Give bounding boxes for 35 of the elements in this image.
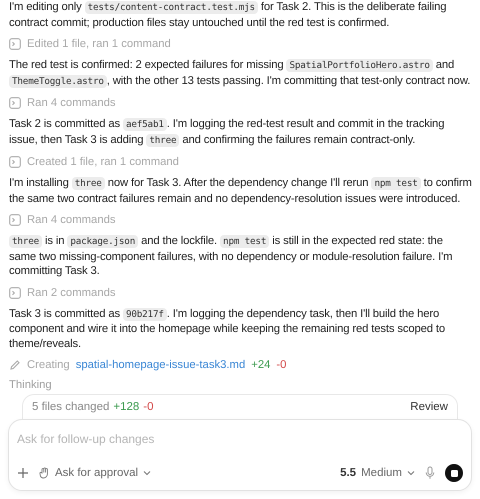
message-paragraph: Task 2 is committed as aef5ab1 . I'm logging the red-test result and commit in the tracking issue, then Task 3 is adding three and confirming the failures remain contract-only. [9,117,446,148]
plus-icon[interactable] [17,467,29,479]
terminal-icon [9,156,21,168]
approval-dropdown[interactable]: Ask for approval [39,467,152,479]
activity-summary[interactable]: Created 1 file, ran 1 command [27,156,179,168]
removed-count: -0 [143,401,154,413]
thinking-status: Thinking [9,379,53,391]
message-composer[interactable]: Ask for follow-up changes Ask for approval 5.5 Medium [8,419,472,491]
hand-icon [39,467,50,479]
message-paragraph: three is in package.json and the lockfile. npm test is still in the expected red state: the same two missing-component failures, with no dependency or module-resolution failure. I'm committing Task 3. [9,234,454,278]
added-count: +24 [251,359,270,371]
activity-summary[interactable]: Ran 4 commands [27,97,116,109]
message-paragraph: The red test is confirmed: 2 expected failures for missing SpatialPortfolioHero.astro and ThemeToggle.astro , with the other 13 tests passing. I'm committing that test-only contract now. [9,58,472,89]
activity-label: Creating [27,359,70,371]
removed-count: -0 [276,359,286,371]
terminal-icon [9,97,21,109]
terminal-icon [9,214,21,226]
review-button[interactable]: Review [410,401,448,413]
terminal-icon [9,286,21,298]
message-paragraph: I'm editing only tests/content-contract.test.mjs for Task 2. This is the deliberate failing contract commit; production files stay untouched until the red test is confirmed. [9,0,448,30]
chevron-down-icon [143,470,152,476]
files-changed-label: 5 files changed [32,401,110,413]
added-count: +128 [113,401,140,413]
model-dropdown[interactable]: 5.5 Medium [340,467,415,479]
pencil-icon [9,359,21,371]
activity-summary[interactable]: Ran 4 commands [27,214,116,226]
activity-summary[interactable]: Edited 1 file, ran 1 command [27,38,171,50]
activity-summary[interactable]: Ran 2 commands [27,286,116,298]
chevron-down-icon [407,470,415,476]
terminal-icon [9,38,21,50]
message-paragraph: I'm installing three now for Task 3. After the dependency change I'll rerun npm test to confirm the same two contract failures remain and no dependency-resolution issues were introduced. [9,176,472,206]
stop-button[interactable] [445,464,463,482]
message-paragraph: Task 3 is committed as 90b217f . I'm logging the dependency task, then I'll build the hero component and wire it into the homepage while keeping the remaining red tests scoped to theme/reveals. [9,306,446,351]
file-link[interactable]: spatial-homepage-issue-task3.md [76,359,246,371]
microphone-icon[interactable] [425,466,435,480]
